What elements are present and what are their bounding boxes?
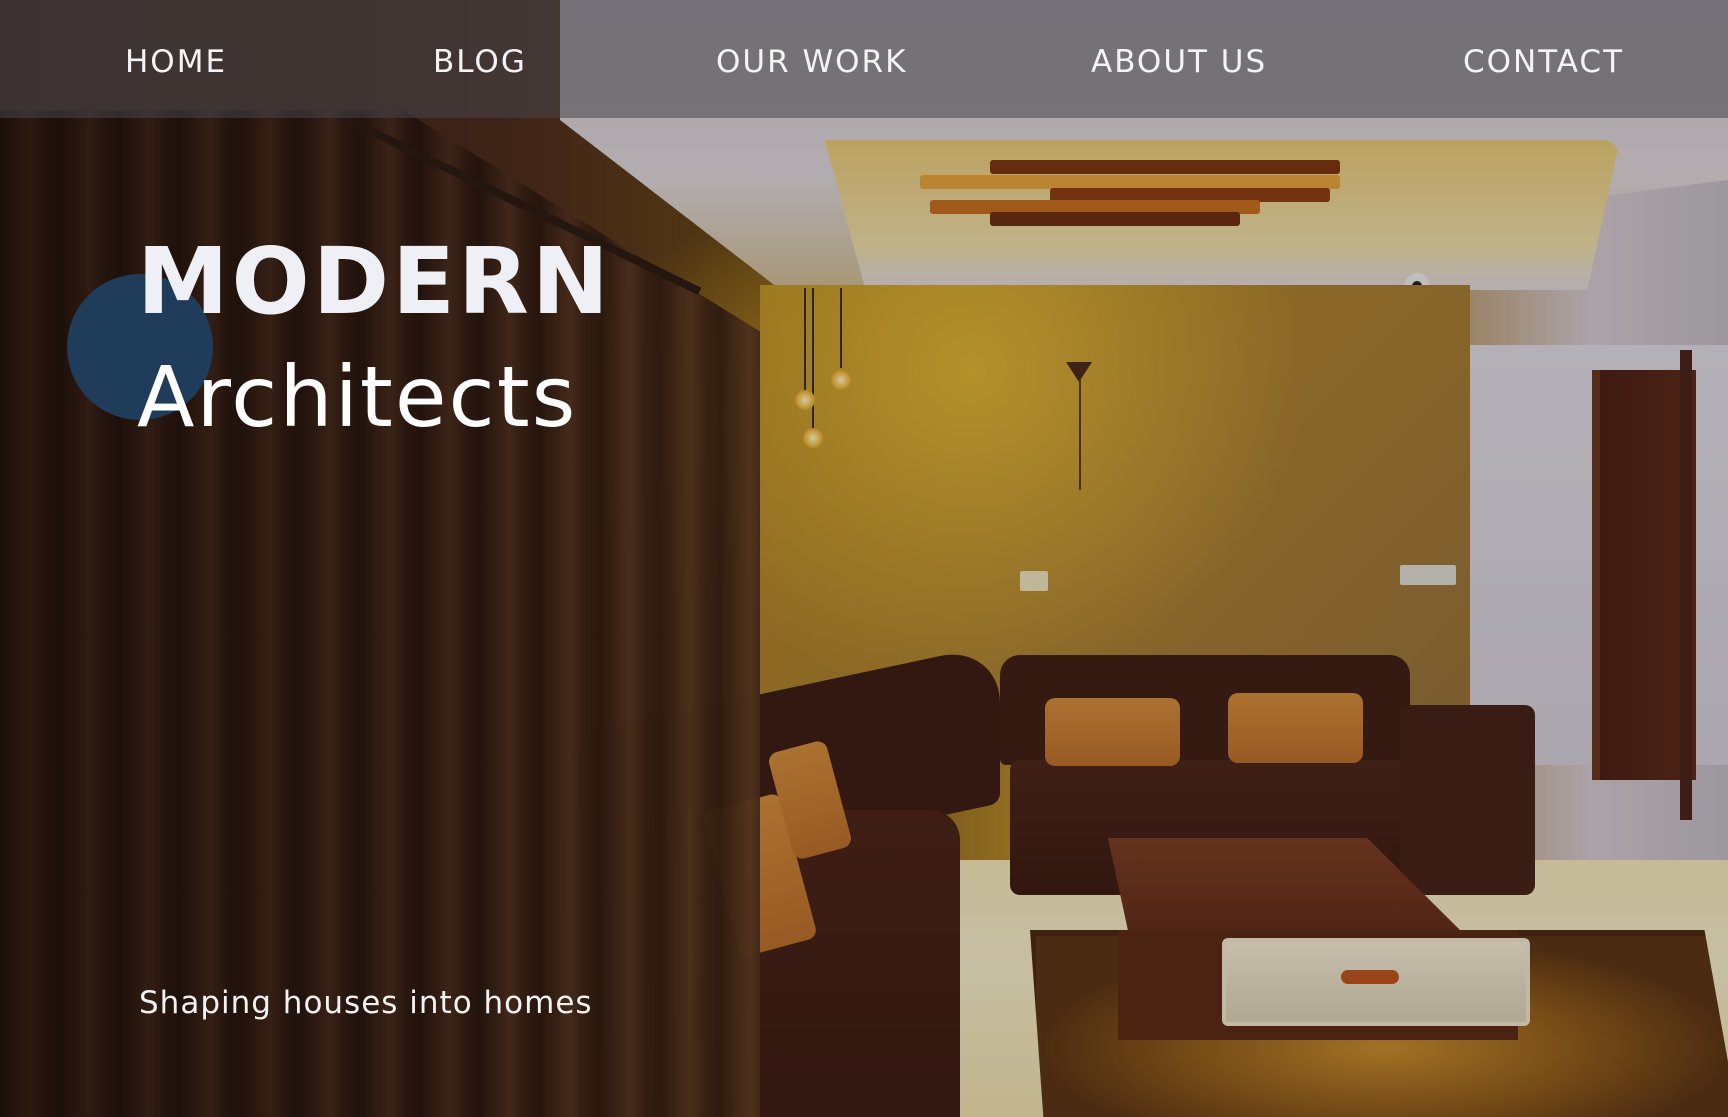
nav-blog-link[interactable]: BLOG — [433, 44, 527, 80]
hero-title-architects: Architects — [137, 348, 578, 446]
hero-title-modern: MODERN — [137, 228, 612, 335]
nav-home-link[interactable]: HOME — [125, 44, 227, 80]
hero-background-image — [0, 0, 1728, 1117]
nav-contact-link[interactable]: CONTACT — [1463, 44, 1624, 80]
image-overlay — [0, 0, 1728, 1117]
nav-our-work-link[interactable]: OUR WORK — [716, 44, 907, 80]
hero-tagline: Shaping houses into homes — [139, 985, 593, 1021]
top-navigation: HOME BLOG OUR WORK ABOUT US CONTACT — [0, 0, 1728, 118]
nav-about-us-link[interactable]: ABOUT US — [1091, 44, 1267, 80]
